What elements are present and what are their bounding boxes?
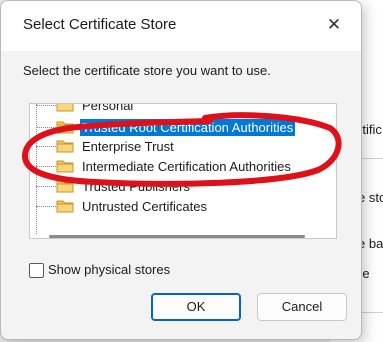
tree-item-label: Enterprise Trust: [82, 139, 174, 154]
tree-item-label: Intermediate Certification Authorities: [82, 159, 291, 174]
tree-item[interactable]: Personal: [30, 103, 320, 115]
show-physical-stores-label: Show physical stores: [48, 262, 171, 277]
select-certificate-store-dialog: Select Certificate Store ✕ Select the ce…: [0, 0, 362, 340]
tree-item[interactable]: Trusted Publishers: [30, 177, 320, 196]
tree-connector: [36, 206, 56, 207]
folder-icon: [56, 160, 74, 173]
folder-icon: [56, 180, 74, 193]
tree-item-label: Personal: [82, 103, 134, 113]
tree-item-label: Untrusted Certificates: [82, 199, 207, 214]
tree-connector: [36, 146, 56, 147]
tree-item-label: Trusted Publishers: [82, 179, 190, 194]
tree-item[interactable]: Untrusted Certificates: [30, 197, 320, 216]
show-physical-stores-checkbox[interactable]: [29, 263, 44, 278]
tree-item[interactable]: Trusted Root Certification Authorities: [30, 118, 320, 137]
certificate-store-tree[interactable]: Personal Trusted Root Certification Autho…: [29, 103, 337, 239]
ok-button[interactable]: OK: [151, 293, 241, 321]
tree-item[interactable]: Enterprise Trust: [30, 137, 320, 156]
title-bar: Select Certificate Store ✕: [1, 1, 361, 51]
tree-item[interactable]: Intermediate Certification Authorities: [30, 157, 320, 176]
folder-icon: [56, 104, 74, 112]
close-button[interactable]: ✕: [317, 11, 351, 39]
tree-connector: [36, 166, 56, 167]
tree-connector: [36, 127, 56, 128]
folder-icon: [56, 140, 74, 153]
cancel-button[interactable]: Cancel: [257, 293, 347, 321]
folder-icon: [56, 121, 74, 134]
tree-connector: [36, 105, 56, 106]
horizontal-scrollbar[interactable]: [49, 235, 305, 238]
tree-item-label: Trusted Root Certification Authorities: [80, 119, 296, 136]
close-icon: ✕: [326, 15, 342, 34]
instruction-text: Select the certificate store you want to…: [23, 63, 271, 78]
tree-connector: [36, 186, 56, 187]
folder-icon: [56, 200, 74, 213]
vertical-scrollbar[interactable]: [336, 130, 337, 156]
dialog-title: Select Certificate Store: [23, 16, 177, 33]
